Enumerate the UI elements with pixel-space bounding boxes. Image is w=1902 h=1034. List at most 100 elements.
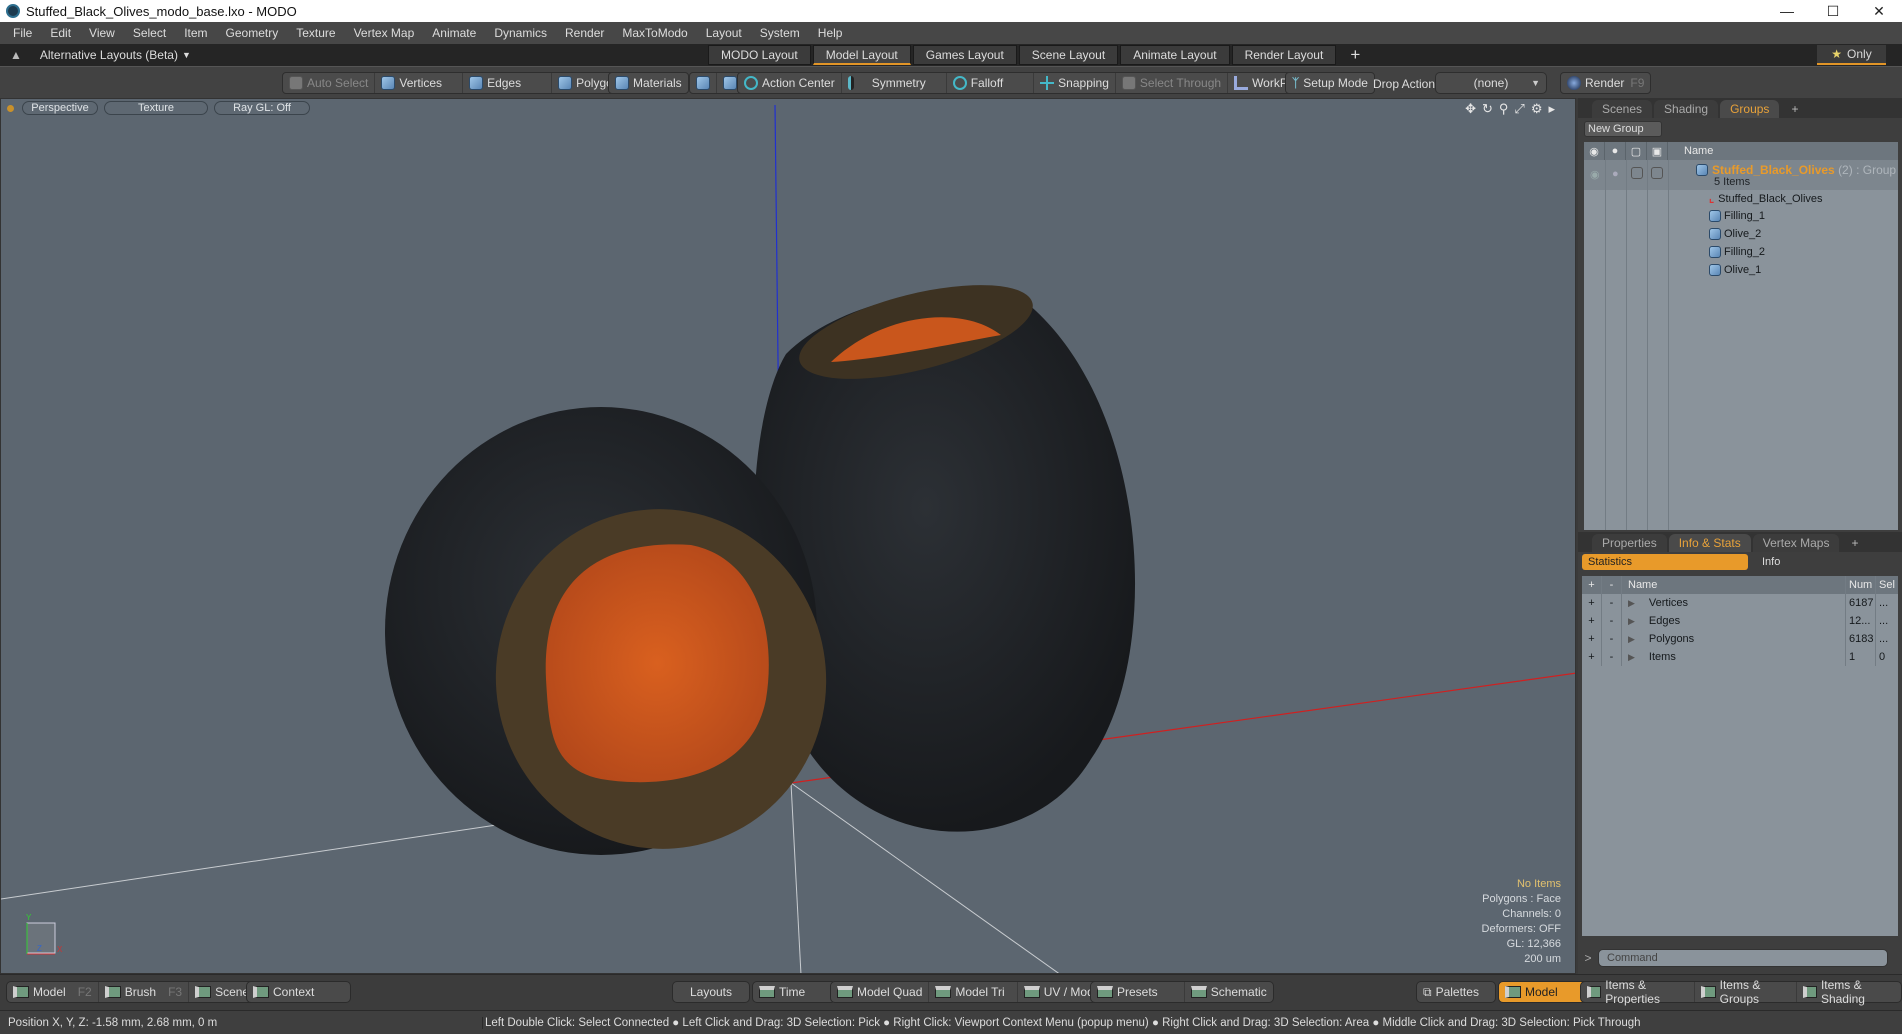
add-tab-button[interactable]: +	[1841, 534, 1868, 552]
only-button[interactable]: ★ Only	[1817, 45, 1886, 65]
render-camera-icon[interactable]: ●	[1605, 142, 1626, 160]
items-properties-button[interactable]: Items & Properties	[1581, 978, 1696, 1006]
add-selection-button[interactable]: +	[1582, 594, 1602, 612]
tree-item[interactable]: Filling_2	[1584, 244, 1898, 262]
new-group-button[interactable]: New Group	[1584, 121, 1662, 137]
menu-maxtomodo[interactable]: MaxToModo	[613, 26, 696, 40]
menu-view[interactable]: View	[80, 26, 124, 40]
menu-item[interactable]: Item	[175, 26, 216, 40]
remove-selection-button[interactable]: -	[1602, 594, 1622, 612]
render-button[interactable]: Render F9	[1561, 73, 1650, 93]
tree-item[interactable]: ⌞ Stuffed_Black_Olives	[1584, 190, 1898, 208]
menu-file[interactable]: File	[4, 26, 41, 40]
drop-action-select[interactable]: (none) ▼	[1435, 72, 1547, 94]
menu-select[interactable]: Select	[124, 26, 175, 40]
tab-render-layout[interactable]: Render Layout	[1231, 45, 1337, 65]
symmetry-button[interactable]: Symmetry	[842, 73, 947, 93]
presets-button[interactable]: Presets	[1091, 982, 1185, 1002]
mode-brush-button[interactable]: Brush F3	[99, 982, 190, 1002]
tree-item[interactable]: Olive_1	[1584, 262, 1898, 280]
pan-icon[interactable]: ✥	[1465, 101, 1476, 117]
expand-all-header[interactable]: +	[1582, 576, 1602, 594]
close-button[interactable]: ✕	[1856, 0, 1902, 22]
add-selection-button[interactable]: +	[1582, 612, 1602, 630]
table-row[interactable]: + - ▶ Edges 12......	[1582, 612, 1898, 630]
rotate-icon[interactable]: ↻	[1482, 101, 1493, 117]
model-tri-button[interactable]: Model Tri	[929, 982, 1018, 1002]
camera-toggle-icon[interactable]: ●	[1612, 168, 1619, 180]
expand-arrow-icon[interactable]: ▶	[1628, 616, 1635, 627]
zoom-icon[interactable]: ⚲	[1499, 101, 1509, 117]
tab-model-layout[interactable]: Model Layout	[812, 45, 911, 65]
menu-texture[interactable]: Texture	[287, 26, 344, 40]
group-row[interactable]: ◉ ● Stuffed_Black_Olives (2) : Group 5 I…	[1584, 160, 1898, 190]
lock-icon[interactable]: ▢	[1626, 142, 1647, 160]
3d-viewport[interactable]: Y X Z Perspective Texture Ray GL: Off ✥ …	[0, 98, 1576, 974]
filling-1[interactable]	[545, 544, 769, 783]
expand-arrow-icon[interactable]: ▶	[1628, 634, 1635, 645]
setup-mode-button[interactable]: ᛉ Setup Mode	[1286, 73, 1374, 93]
visibility-eye-icon[interactable]: ◉	[1584, 142, 1605, 160]
lock-toggle[interactable]	[1631, 167, 1643, 179]
schematic-button[interactable]: Schematic	[1185, 982, 1273, 1002]
auto-select-button[interactable]: Auto Select	[283, 73, 376, 93]
materials-button[interactable]: Materials	[609, 73, 688, 93]
tab-properties[interactable]: Properties	[1592, 534, 1667, 552]
alternative-layouts-dropdown[interactable]: Alternative Layouts (Beta)	[40, 48, 178, 62]
viewport-canvas[interactable]: Y X Z	[1, 99, 1576, 974]
tree-item[interactable]: Olive_2	[1584, 226, 1898, 244]
tree-item[interactable]: Filling_1	[1584, 208, 1898, 226]
context-button[interactable]: Context	[247, 982, 350, 1002]
time-button[interactable]: Time	[753, 982, 835, 1002]
menu-system[interactable]: System	[751, 26, 809, 40]
eye-toggle-icon[interactable]: ◉	[1590, 168, 1600, 181]
tab-games-layout[interactable]: Games Layout	[912, 45, 1017, 65]
subtab-statistics[interactable]: Statistics	[1582, 554, 1748, 570]
maximize-viewport-icon[interactable]: ⤢	[1514, 101, 1524, 117]
expand-arrow-icon[interactable]: ▶	[1628, 652, 1635, 663]
maximize-button[interactable]: ☐	[1810, 0, 1856, 22]
menu-animate[interactable]: Animate	[423, 26, 485, 40]
tab-groups[interactable]: Groups	[1720, 100, 1780, 118]
tab-vertex-maps[interactable]: Vertex Maps	[1752, 534, 1840, 552]
select-toggle[interactable]	[1651, 167, 1663, 179]
layouts-button[interactable]: Layouts	[672, 981, 750, 1003]
add-layout-button[interactable]: +	[1338, 45, 1372, 65]
table-row[interactable]: + - ▶ Items 10	[1582, 648, 1898, 666]
tab-scenes[interactable]: Scenes	[1592, 100, 1653, 118]
expand-arrow-icon[interactable]: ▸	[1548, 101, 1555, 117]
select-cube-icon[interactable]: ▣	[1647, 142, 1668, 160]
remove-selection-button[interactable]: -	[1602, 630, 1622, 648]
tab-shading[interactable]: Shading	[1654, 100, 1719, 118]
viewport-options-icon[interactable]	[7, 104, 14, 112]
command-input[interactable]: Command	[1598, 949, 1888, 967]
edges-button[interactable]: Edges	[463, 73, 553, 93]
subtab-info[interactable]: Info	[1748, 554, 1780, 570]
collapse-up-icon[interactable]: ▲	[10, 48, 22, 62]
menu-render[interactable]: Render	[556, 26, 613, 40]
remove-selection-button[interactable]: -	[1602, 648, 1622, 666]
minimize-button[interactable]: —	[1764, 0, 1810, 22]
palettes-button[interactable]: ⧉ Palettes	[1417, 982, 1495, 1002]
shading-mode-button[interactable]: Texture	[104, 101, 208, 115]
item-transform-button[interactable]	[690, 73, 717, 93]
action-center-button[interactable]: Action Center	[738, 73, 842, 93]
menu-vertex-map[interactable]: Vertex Map	[345, 26, 424, 40]
items-shading-button[interactable]: Items & Shading	[1797, 978, 1901, 1006]
snapping-button[interactable]: Snapping	[1034, 73, 1116, 93]
tab-animate-layout[interactable]: Animate Layout	[1120, 45, 1230, 65]
gear-icon[interactable]: ⚙	[1531, 101, 1543, 117]
raygl-button[interactable]: Ray GL: Off	[214, 101, 310, 115]
table-row[interactable]: + - ▶ Vertices 6187...	[1582, 594, 1898, 612]
menu-geometry[interactable]: Geometry	[217, 26, 288, 40]
expand-arrow-icon[interactable]: ▶	[1628, 598, 1635, 609]
tab-modo-layout[interactable]: MODO Layout	[708, 45, 811, 65]
add-tab-button[interactable]: +	[1781, 100, 1808, 118]
model-quad-button[interactable]: Model Quad	[831, 982, 930, 1002]
table-row[interactable]: + - ▶ Polygons 6183...	[1582, 630, 1898, 648]
menu-help[interactable]: Help	[809, 26, 852, 40]
tab-info-stats[interactable]: Info & Stats	[1668, 534, 1751, 552]
collapse-all-header[interactable]: -	[1602, 576, 1622, 594]
falloff-button[interactable]: Falloff	[947, 73, 1035, 93]
mode-model-button[interactable]: Model F2	[7, 982, 99, 1002]
